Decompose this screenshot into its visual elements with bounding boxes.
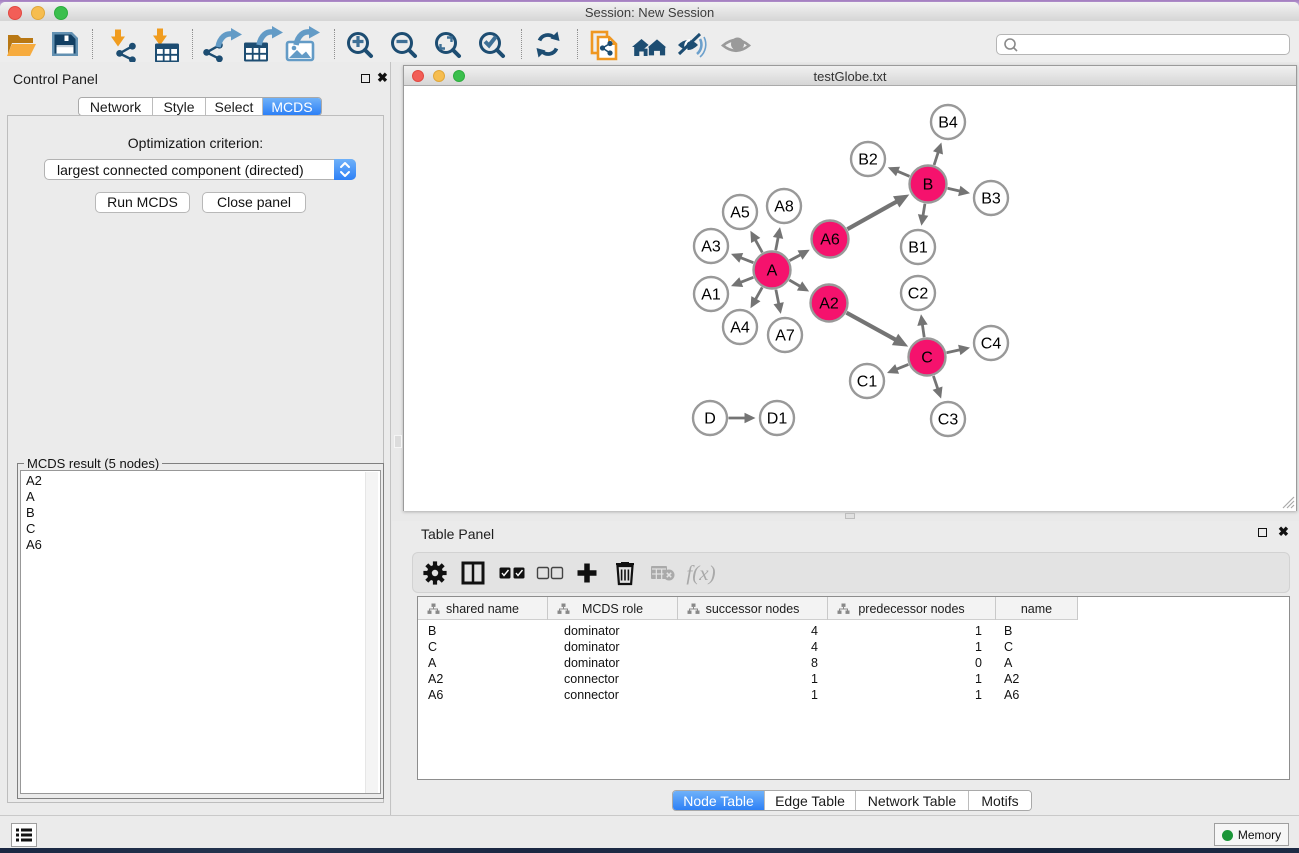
svg-text:B: B [923,177,934,194]
svg-text:A3: A3 [701,239,721,256]
svg-text:A1: A1 [701,287,721,304]
svg-text:A2: A2 [819,296,839,313]
svg-text:B2: B2 [858,152,878,169]
svg-text:C4: C4 [981,336,1002,353]
svg-text:B1: B1 [908,240,928,257]
svg-text:C3: C3 [938,412,959,429]
svg-text:D1: D1 [767,411,788,428]
svg-text:A7: A7 [775,328,795,345]
svg-text:A4: A4 [730,320,750,337]
svg-text:A5: A5 [730,205,750,222]
svg-text:f(x): f(x) [686,561,715,585]
svg-text:C2: C2 [908,286,929,303]
svg-text:A6: A6 [820,232,840,249]
svg-text:B3: B3 [981,191,1001,208]
svg-text:D: D [704,411,716,428]
svg-text:A: A [767,263,778,280]
svg-text:B4: B4 [938,115,958,132]
svg-text:C1: C1 [857,374,878,391]
svg-text:C: C [921,350,933,367]
svg-text:A8: A8 [774,199,794,216]
